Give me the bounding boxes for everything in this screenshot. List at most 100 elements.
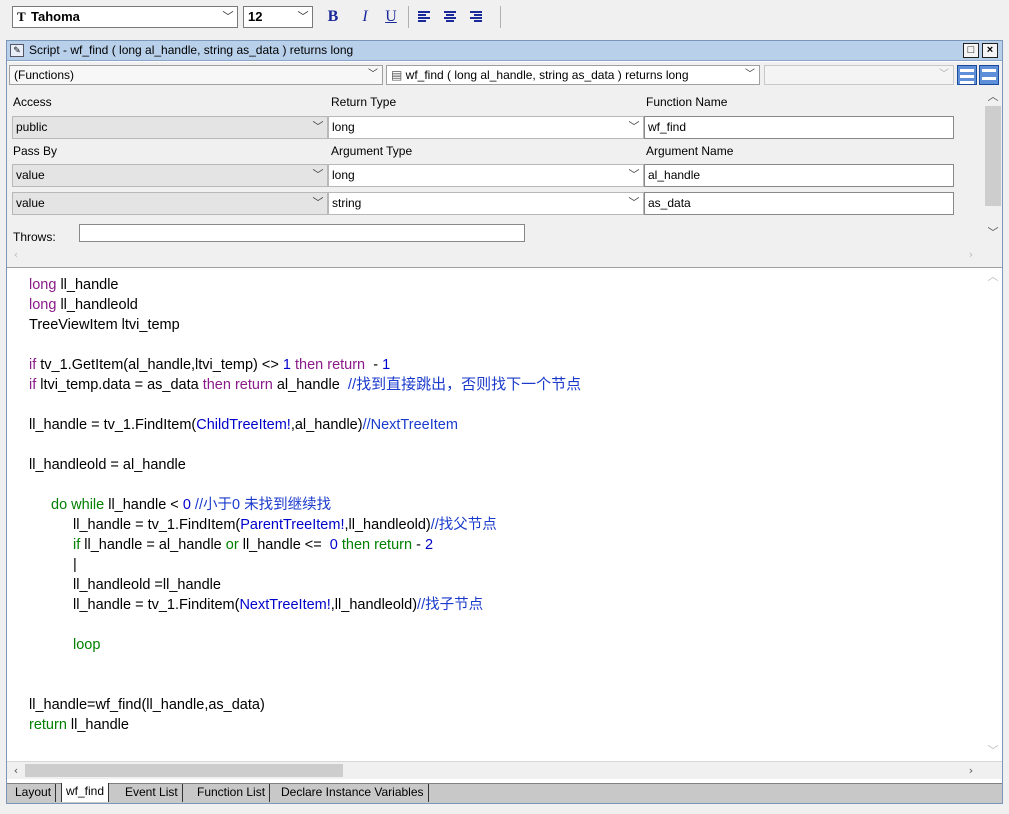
close-button[interactable]: × xyxy=(982,43,998,58)
code-line: ll_handleold =ll_handle xyxy=(73,577,221,593)
argument-name-field[interactable]: al_handle xyxy=(644,164,954,187)
function-name-field[interactable]: wf_find xyxy=(644,116,954,139)
code-line: if ltvi_temp.data = as_data then return … xyxy=(29,376,582,393)
scroll-left-icon[interactable]: ‹ xyxy=(7,246,25,264)
chevron-down-icon: ﹀ xyxy=(628,169,640,181)
chevron-down-icon: ﹀ xyxy=(368,69,378,80)
pass-by-value: value xyxy=(16,196,45,210)
function-select[interactable]: ▤ wf_find ( long al_handle, string as_da… xyxy=(386,65,760,85)
argument-name-label: Argument Name xyxy=(646,144,734,158)
font-size-select[interactable]: 12 ﹀ xyxy=(243,6,313,28)
scroll-right-icon[interactable]: › xyxy=(962,762,980,780)
view-stack-button[interactable] xyxy=(979,65,999,85)
editor-vertical-scrollbar[interactable]: ︿ ﹀ xyxy=(984,268,1002,762)
code-line: return ll_handle xyxy=(29,717,129,733)
chevron-down-icon: ﹀ xyxy=(312,121,324,133)
scroll-left-icon[interactable]: ‹ xyxy=(7,762,25,780)
chevron-down-icon: ﹀ xyxy=(745,69,755,80)
chevron-down-icon: ﹀ xyxy=(312,169,324,181)
code-line: TreeViewItem ltvi_temp xyxy=(29,317,180,333)
toolbar-divider xyxy=(408,6,409,28)
tab-function-list[interactable]: Function List xyxy=(193,784,271,802)
chevron-down-icon: ﹀ xyxy=(628,197,640,209)
properties-horizontal-scrollbar[interactable]: ‹ › xyxy=(7,246,984,264)
format-toolbar: T Tahoma ﹀ 12 ﹀ B I U xyxy=(0,0,1009,34)
code-lines[interactable]: long ll_handle long ll_handleold TreeVie… xyxy=(29,275,969,755)
code-line: ll_handle = tv_1.FindItem(ChildTreeItem!… xyxy=(29,417,458,433)
code-line: long ll_handleold xyxy=(29,297,138,313)
window-title: Script - wf_find ( long al_handle, strin… xyxy=(29,43,354,57)
extra-select[interactable]: ﹀ xyxy=(764,65,954,85)
scrollbar-thumb[interactable] xyxy=(25,764,343,777)
properties-vertical-scrollbar[interactable]: ︿ ﹀ xyxy=(984,88,1002,246)
argument-type-value: string xyxy=(332,196,362,210)
align-right-icon[interactable] xyxy=(470,11,484,23)
access-select[interactable]: public ﹀ xyxy=(12,116,328,139)
pass-by-select[interactable]: value ﹀ xyxy=(12,192,328,215)
function-select-value: wf_find ( long al_handle, string as_data… xyxy=(405,68,689,82)
font-name-select[interactable]: T Tahoma ﹀ xyxy=(12,6,238,28)
chevron-down-icon: ﹀ xyxy=(628,121,640,133)
scroll-down-icon[interactable]: ﹀ xyxy=(984,224,1002,242)
chevron-down-icon: ﹀ xyxy=(939,69,949,80)
scroll-up-icon[interactable]: ︿ xyxy=(984,88,1002,106)
code-line: ll_handleold = al_handle xyxy=(29,457,186,473)
argument-type-label: Argument Type xyxy=(331,144,413,158)
code-line: loop xyxy=(73,637,101,653)
argument-type-value: long xyxy=(332,168,355,182)
text-cursor: | xyxy=(73,557,77,573)
return-type-label: Return Type xyxy=(331,95,397,109)
scrollbar-thumb[interactable] xyxy=(985,106,1001,206)
tab-event-list[interactable]: Event List xyxy=(121,784,183,802)
code-line: ll_handle=wf_find(ll_handle,as_data) xyxy=(29,697,265,713)
underline-button[interactable]: U xyxy=(380,6,402,28)
pass-by-value: value xyxy=(16,168,45,182)
window-title-bar[interactable]: ✎ Script - wf_find ( long al_handle, str… xyxy=(7,41,1002,61)
access-value: public xyxy=(16,120,48,134)
scroll-right-icon[interactable]: › xyxy=(962,246,980,264)
scroll-up-icon[interactable]: ︿ xyxy=(984,268,1002,286)
align-left-icon[interactable] xyxy=(418,11,432,23)
align-center-icon[interactable] xyxy=(444,11,458,23)
throws-label: Throws: xyxy=(13,230,56,244)
italic-button[interactable]: I xyxy=(354,6,376,28)
tab-declare-instance-variables[interactable]: Declare Instance Variables xyxy=(277,784,429,802)
argument-name-field[interactable]: as_data xyxy=(644,192,954,215)
pass-by-select[interactable]: value ﹀ xyxy=(12,164,328,187)
script-icon: ✎ xyxy=(10,44,24,57)
script-window: ✎ Script - wf_find ( long al_handle, str… xyxy=(6,40,1003,804)
painter-tab-bar: Layout wf_find Event List Function List … xyxy=(7,783,1002,803)
toolbar-divider xyxy=(500,6,501,28)
editor-horizontal-scrollbar[interactable]: ‹ › xyxy=(7,761,1002,779)
font-name-value: Tahoma xyxy=(31,9,80,24)
bold-button[interactable]: B xyxy=(322,6,344,28)
code-line: if ll_handle = al_handle or ll_handle <=… xyxy=(73,537,434,553)
restore-button[interactable]: □ xyxy=(963,43,979,58)
access-label: Access xyxy=(13,95,52,109)
code-editor[interactable]: long ll_handle long ll_handleold TreeVie… xyxy=(7,267,1002,763)
pass-by-label: Pass By xyxy=(13,144,58,158)
chevron-down-icon: ﹀ xyxy=(297,11,309,23)
code-line: do while ll_handle < 0 //小于0 未找到继续找 xyxy=(51,497,332,513)
selector-row: (Functions) ﹀ ▤ wf_find ( long al_handle… xyxy=(7,62,1002,88)
object-select[interactable]: (Functions) ﹀ xyxy=(9,65,383,85)
argument-type-select[interactable]: long ﹀ xyxy=(328,164,644,187)
scroll-down-icon[interactable]: ﹀ xyxy=(984,742,1002,760)
throws-field[interactable] xyxy=(79,224,525,242)
code-line: ll_handle = tv_1.Finditem(NextTreeItem!,… xyxy=(73,597,484,613)
function-name-label: Function Name xyxy=(646,95,728,109)
function-icon: ▤ xyxy=(391,68,406,82)
tab-layout[interactable]: Layout xyxy=(11,784,57,802)
chevron-down-icon: ﹀ xyxy=(312,197,324,209)
object-select-value: (Functions) xyxy=(14,68,75,82)
code-line: long ll_handle xyxy=(29,277,119,293)
function-properties-pane: Access Return Type Function Name public … xyxy=(7,88,1002,285)
font-size-value: 12 xyxy=(248,9,263,24)
tab-wf-find[interactable]: wf_find xyxy=(61,783,110,802)
function-select-label: ▤ wf_find ( long al_handle, string as_da… xyxy=(391,66,731,84)
return-type-value: long xyxy=(332,120,355,134)
view-split-button[interactable] xyxy=(957,65,977,85)
argument-type-select[interactable]: string ﹀ xyxy=(328,192,644,215)
truetype-font-icon: T xyxy=(17,9,26,24)
return-type-select[interactable]: long ﹀ xyxy=(328,116,644,139)
